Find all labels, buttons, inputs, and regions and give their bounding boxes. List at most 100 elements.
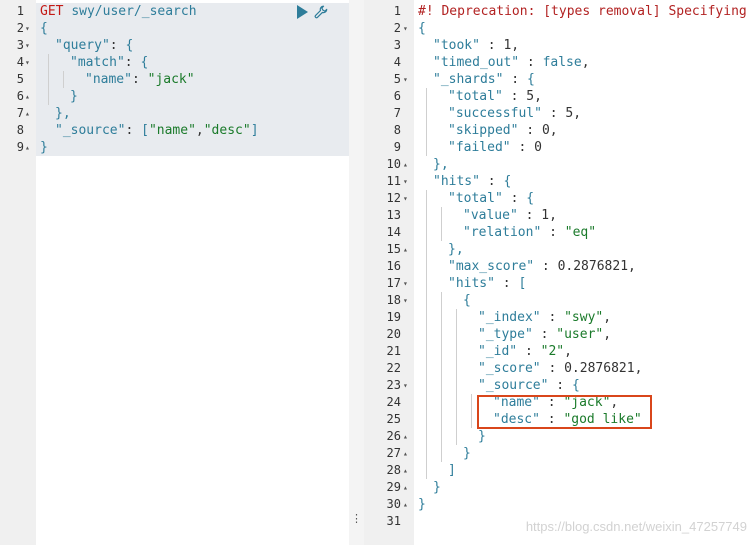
code-line: 5 ▾ "_shards" : { <box>364 71 755 88</box>
code-token: "took" <box>433 38 480 53</box>
code-line[interactable]: 6 ▴} <box>0 88 349 105</box>
fold-down-icon[interactable]: ▾ <box>25 54 30 71</box>
code-line: 26 ▴} <box>364 428 755 445</box>
code-token: "_shards" <box>433 72 504 87</box>
response-viewer: 1 #! Deprecation: [types removal] Specify… <box>364 0 755 545</box>
code-text[interactable]: "name": "jack" <box>85 71 195 88</box>
fold-up-icon[interactable]: ▴ <box>403 445 408 462</box>
fold-up-icon[interactable]: ▴ <box>403 496 408 513</box>
code-line: 28 ▴] <box>364 462 755 479</box>
code-text: #! Deprecation: [types removal] Specifyi… <box>418 3 755 20</box>
code-token: "swy" <box>564 310 604 325</box>
code-token: , <box>534 89 542 104</box>
fold-up-icon[interactable]: ▴ <box>403 462 408 479</box>
fold-down-icon[interactable]: ▾ <box>403 292 408 309</box>
code-line: 10 ▴}, <box>364 156 755 173</box>
code-token: : <box>534 259 558 274</box>
indent-guide <box>441 326 442 343</box>
code-token: }, <box>448 242 464 257</box>
code-token: } <box>70 89 78 104</box>
line-number: 3 <box>16 38 24 52</box>
line-number: 19 <box>386 310 401 324</box>
indent-guide <box>426 309 427 326</box>
indent-guide <box>426 190 427 207</box>
play-icon[interactable] <box>297 5 308 19</box>
code-text: { <box>418 20 426 37</box>
code-line[interactable]: 8 "_source": ["name","desc"] <box>0 122 349 139</box>
code-token: 0 <box>534 140 542 155</box>
code-line[interactable]: 9 ▴} <box>0 139 349 156</box>
code-token: } <box>433 480 441 495</box>
request-lines[interactable]: 1 GET swy/user/_search 2 ▾{3 ▾ "query": {4 ▾ "m… <box>0 3 349 156</box>
code-token: { <box>503 174 512 189</box>
pane-splitter[interactable] <box>349 0 364 545</box>
code-token: : <box>502 191 527 206</box>
code-token: : <box>479 174 504 189</box>
code-line[interactable]: 4 ▾ "match": { <box>0 54 349 71</box>
indent-guide <box>471 394 472 411</box>
code-text[interactable]: "query": { <box>55 37 133 54</box>
fold-down-icon[interactable]: ▾ <box>403 377 408 394</box>
fold-up-icon[interactable]: ▴ <box>403 479 408 496</box>
code-line: 9 "failed" : 0 <box>364 139 755 156</box>
fold-up-icon[interactable]: ▴ <box>25 139 30 156</box>
line-number: 10 <box>386 157 401 171</box>
indent-guide <box>426 88 427 105</box>
code-token: : <box>109 38 126 53</box>
indent-guide <box>426 343 427 360</box>
indent-guide <box>441 360 442 377</box>
splitter-handle-icon[interactable]: ⋮ <box>351 513 362 524</box>
fold-up-icon[interactable]: ▴ <box>25 105 30 122</box>
line-number: 16 <box>386 259 401 273</box>
code-token: : <box>124 55 141 70</box>
code-text[interactable]: }, <box>55 105 71 122</box>
fold-down-icon[interactable]: ▾ <box>403 20 408 37</box>
code-token: "desc" <box>203 123 251 138</box>
line-number: 31 <box>386 514 401 528</box>
code-text[interactable]: "match": { <box>70 54 148 71</box>
code-text: "total" : { <box>448 190 534 207</box>
request-editor[interactable]: 1 GET swy/user/_search 2 ▾{3 ▾ "query": {4 ▾ "m… <box>0 0 349 545</box>
fold-down-icon[interactable]: ▾ <box>25 20 30 37</box>
indent-guide <box>426 360 427 377</box>
code-token: "_score" <box>478 361 541 376</box>
indent-guide <box>441 224 442 241</box>
code-token: } <box>463 446 471 461</box>
code-token: ] <box>448 463 456 478</box>
wrench-icon[interactable] <box>314 5 328 19</box>
code-line: 12 ▾ "total" : { <box>364 190 755 207</box>
code-text[interactable]: } <box>70 88 78 105</box>
code-line[interactable]: 7 ▴}, <box>0 105 349 122</box>
indent-guide <box>441 445 442 462</box>
code-line[interactable]: 5 "name": "jack" <box>0 71 349 88</box>
code-token: "total" <box>448 89 503 104</box>
code-text[interactable]: } <box>40 139 48 156</box>
fold-up-icon[interactable]: ▴ <box>403 156 408 173</box>
fold-up-icon[interactable]: ▴ <box>403 428 408 445</box>
code-line[interactable]: 2 ▾ { <box>0 20 349 37</box>
fold-down-icon[interactable]: ▾ <box>403 190 408 207</box>
indent-guide <box>456 377 457 394</box>
code-line[interactable]: 3 ▾ "query": { <box>0 37 349 54</box>
code-token: "eq" <box>564 225 597 240</box>
code-token: , <box>628 259 636 274</box>
line-number: 28 <box>386 463 401 477</box>
line-number: 6 <box>16 89 24 103</box>
indent-guide <box>441 411 442 428</box>
line-number: 22 <box>386 361 401 375</box>
fold-up-icon[interactable]: ▴ <box>25 88 30 105</box>
fold-down-icon[interactable]: ▾ <box>403 275 408 292</box>
code-token: "name" <box>148 123 196 138</box>
indent-guide <box>426 292 427 309</box>
line-number: 4 <box>393 55 401 69</box>
code-text[interactable]: GET swy/user/_search <box>40 3 197 20</box>
fold-down-icon[interactable]: ▾ <box>403 173 408 190</box>
code-token: } <box>478 429 486 444</box>
line-number: 4 <box>16 55 24 69</box>
fold-up-icon[interactable]: ▴ <box>403 241 408 258</box>
fold-down-icon[interactable]: ▾ <box>403 71 408 88</box>
code-text[interactable]: "_source": ["name","desc"] <box>55 122 259 139</box>
fold-down-icon[interactable]: ▾ <box>25 37 30 54</box>
code-token: } <box>40 140 48 155</box>
code-text[interactable]: { <box>40 20 48 37</box>
